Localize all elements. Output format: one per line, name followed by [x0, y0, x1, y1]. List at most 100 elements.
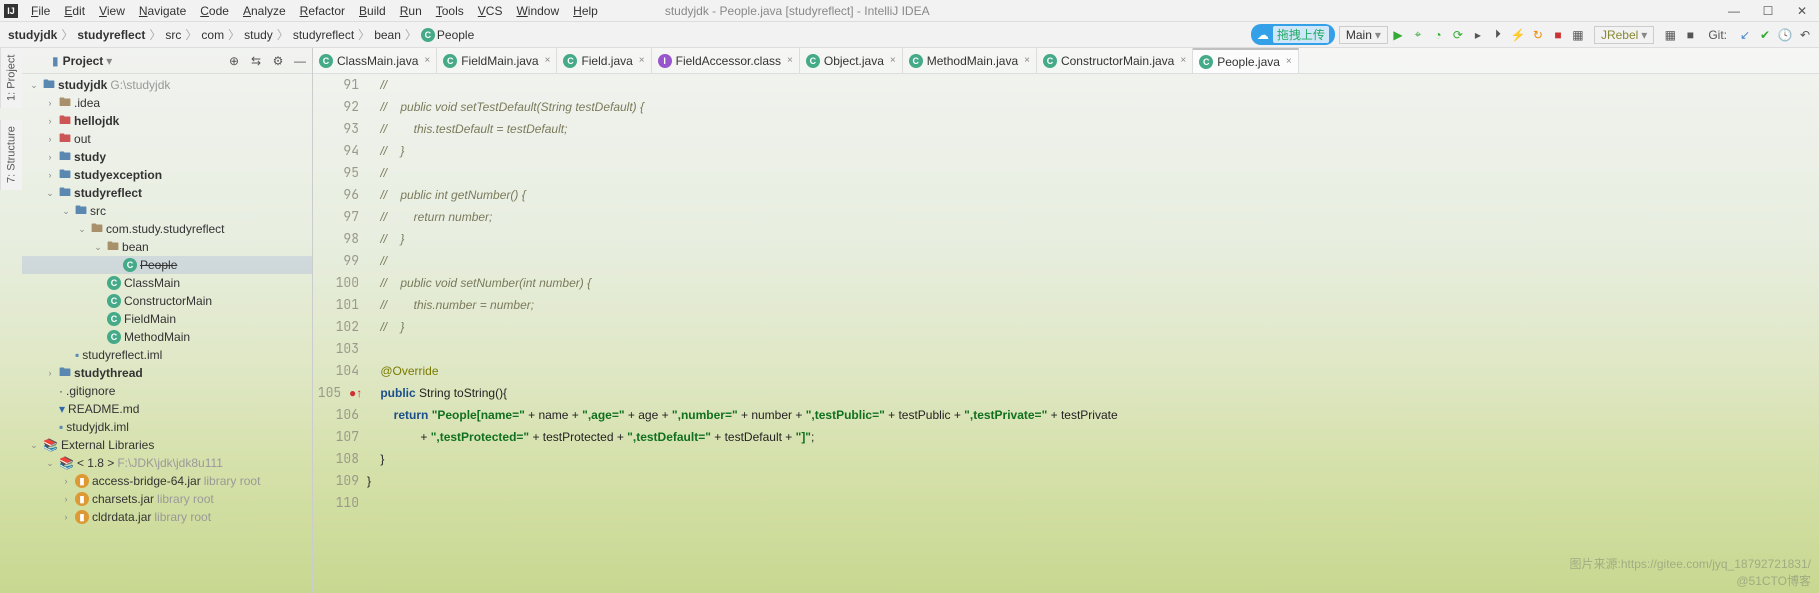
close-tab-icon[interactable]: ×: [424, 55, 430, 66]
menubar: FileEditViewNavigateCodeAnalyzeRefactorB…: [24, 2, 605, 20]
git-revert-button[interactable]: ↶: [1795, 25, 1815, 45]
upload-badge[interactable]: ☁拖拽上传: [1251, 24, 1335, 45]
close-tab-icon[interactable]: ×: [545, 55, 551, 66]
tree-external-libraries[interactable]: ⌄📚External Libraries: [22, 436, 312, 454]
git-history-button[interactable]: 🕓: [1775, 25, 1795, 45]
tab-people-java[interactable]: CPeople.java×: [1193, 48, 1299, 74]
tab-classmain-java[interactable]: CClassMain.java×: [313, 48, 437, 74]
close-tab-icon[interactable]: ×: [787, 55, 793, 66]
tab-field-java[interactable]: CField.java×: [557, 48, 651, 74]
close-tab-icon[interactable]: ×: [1180, 55, 1186, 66]
tree-cldrdata-jar[interactable]: ›▮cldrdata.jar library root: [22, 508, 312, 526]
project-dropdown-icon[interactable]: ▾: [106, 54, 112, 68]
tree--1-8-[interactable]: ⌄📚< 1.8 > F:\JDK\jdk\jdk8u111: [22, 454, 312, 472]
tree-charsets-jar[interactable]: ›▮charsets.jar library root: [22, 490, 312, 508]
tree-studythread[interactable]: ›🖿studythread: [22, 364, 312, 382]
next-button[interactable]: ▸: [1468, 25, 1488, 45]
tree-people[interactable]: CPeople: [22, 256, 312, 274]
tab-fieldaccessor-class[interactable]: IFieldAccessor.class×: [652, 48, 800, 74]
crumb-src[interactable]: src: [161, 28, 185, 42]
tree-hellojdk[interactable]: ›🖿hellojdk: [22, 112, 312, 130]
code-area[interactable]: // // public void setTestDefault(String …: [367, 74, 1819, 593]
menu-file[interactable]: File: [24, 2, 57, 20]
tree-methodmain[interactable]: CMethodMain: [22, 328, 312, 346]
stop2-icon[interactable]: ■: [1680, 25, 1700, 45]
tree-studyjdk[interactable]: ⌄🖿studyjdk G:\studyjdk: [22, 76, 312, 94]
tree-studyreflect-iml[interactable]: ▪studyreflect.iml: [22, 346, 312, 364]
git-commit-button[interactable]: ✔: [1755, 25, 1775, 45]
menu-navigate[interactable]: Navigate: [132, 2, 193, 20]
crumb-study[interactable]: study: [240, 28, 277, 42]
select-target-button[interactable]: ⊕: [224, 51, 244, 71]
close-tab-icon[interactable]: ×: [890, 55, 896, 66]
menu-run[interactable]: Run: [393, 2, 429, 20]
tree-study[interactable]: ›🖿study: [22, 148, 312, 166]
editor-area: CClassMain.java×CFieldMain.java×CField.j…: [312, 48, 1819, 593]
menu-window[interactable]: Window: [509, 2, 566, 20]
tree-src[interactable]: ⌄🖿src: [22, 202, 312, 220]
collapse-all-button[interactable]: ⇆: [246, 51, 266, 71]
close-tab-icon[interactable]: ×: [639, 55, 645, 66]
crumb-studyjdk[interactable]: studyjdk: [4, 28, 61, 42]
menu-build[interactable]: Build: [352, 2, 393, 20]
tree-access-bridge-64-jar[interactable]: ›▮access-bridge-64.jar library root: [22, 472, 312, 490]
bolt-icon[interactable]: ⚡: [1508, 25, 1528, 45]
tab-constructormain-java[interactable]: CConstructorMain.java×: [1037, 48, 1193, 74]
stop-button[interactable]: ■: [1548, 25, 1568, 45]
rerun-button[interactable]: ↻: [1528, 25, 1548, 45]
tree--gitignore[interactable]: ·.gitignore: [22, 382, 312, 400]
tree-constructormain[interactable]: CConstructorMain: [22, 292, 312, 310]
crumb-studyreflect[interactable]: studyreflect: [73, 28, 149, 42]
menu-view[interactable]: View: [92, 2, 132, 20]
tree--idea[interactable]: ›🖿.idea: [22, 94, 312, 112]
hide-button[interactable]: —: [290, 51, 310, 71]
attach-button[interactable]: ⏵: [1488, 25, 1508, 45]
debug-button[interactable]: ⌖: [1408, 25, 1428, 45]
run-config-select[interactable]: Main▾: [1339, 26, 1388, 44]
crumb-people[interactable]: CPeople: [417, 28, 478, 42]
run-button[interactable]: ▶: [1388, 25, 1408, 45]
tree-studyreflect[interactable]: ⌄🖿studyreflect: [22, 184, 312, 202]
tab-methodmain-java[interactable]: CMethodMain.java×: [903, 48, 1037, 74]
tab-object-java[interactable]: CObject.java×: [800, 48, 903, 74]
close-tab-icon[interactable]: ×: [1024, 55, 1030, 66]
git-update-button[interactable]: ↙: [1735, 25, 1755, 45]
coverage-button[interactable]: ◔: [1428, 25, 1448, 45]
class-icon: C: [107, 294, 121, 308]
tree-classmain[interactable]: CClassMain: [22, 274, 312, 292]
sidetab-project[interactable]: 1: Project: [0, 48, 22, 108]
crumb-com[interactable]: com: [197, 28, 228, 42]
menu-tools[interactable]: Tools: [429, 2, 471, 20]
menu-vcs[interactable]: VCS: [471, 2, 510, 20]
tree-bean[interactable]: ⌄🖿bean: [22, 238, 312, 256]
tree-readme-md[interactable]: ▾README.md: [22, 400, 312, 418]
close-tab-icon[interactable]: ×: [1286, 56, 1292, 67]
navigation-row: studyjdk〉studyreflect〉src〉com〉study〉stud…: [0, 22, 1819, 48]
jrebel-select[interactable]: JRebel▾: [1594, 26, 1654, 44]
menu-edit[interactable]: Edit: [57, 2, 92, 20]
tree-fieldmain[interactable]: CFieldMain: [22, 310, 312, 328]
editor[interactable]: 919293949596979899100101102103104105 ●↑1…: [313, 74, 1819, 593]
maximize-button[interactable]: ☐: [1751, 0, 1785, 22]
menu-analyze[interactable]: Analyze: [236, 2, 293, 20]
menu-code[interactable]: Code: [193, 2, 236, 20]
layout-button[interactable]: ▦: [1568, 25, 1588, 45]
tree-studyexception[interactable]: ›🖿studyexception: [22, 166, 312, 184]
git-label: Git:: [1708, 28, 1727, 42]
sidetab-structure[interactable]: 7: Structure: [0, 120, 22, 190]
tree-com-study-studyreflect[interactable]: ⌄🖿com.study.studyreflect: [22, 220, 312, 238]
folder blue-icon: 🖿: [43, 75, 55, 96]
crumb-bean[interactable]: bean: [370, 28, 405, 42]
tree-out[interactable]: ›🖿out: [22, 130, 312, 148]
tab-fieldmain-java[interactable]: CFieldMain.java×: [437, 48, 557, 74]
tree-studyjdk-iml[interactable]: ▪studyjdk.iml: [22, 418, 312, 436]
minimize-button[interactable]: —: [1717, 0, 1751, 22]
close-button[interactable]: ✕: [1785, 0, 1819, 22]
profile-button[interactable]: ⟳: [1448, 25, 1468, 45]
crumb-studyreflect[interactable]: studyreflect: [289, 28, 358, 42]
grid-icon[interactable]: ▦: [1660, 25, 1680, 45]
project-header: ▮ Project ▾ ⊕ ⇆ ⚙ —: [22, 48, 312, 74]
settings-button[interactable]: ⚙: [268, 51, 288, 71]
menu-help[interactable]: Help: [566, 2, 605, 20]
menu-refactor[interactable]: Refactor: [293, 2, 352, 20]
